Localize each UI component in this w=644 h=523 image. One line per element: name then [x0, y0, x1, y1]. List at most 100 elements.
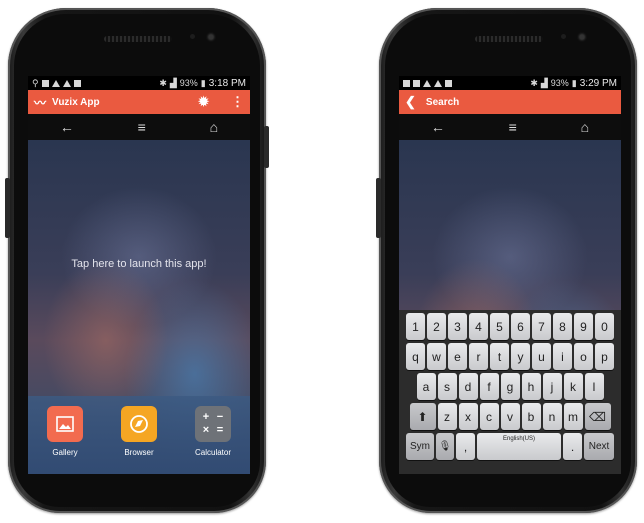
settings-gear-icon[interactable]: ✹ [198, 94, 209, 110]
key[interactable]: 8 [553, 313, 572, 340]
speaker-grille [104, 36, 172, 42]
battery-percent: 93% [179, 78, 198, 88]
home-icon[interactable]: ⌂ [210, 119, 218, 135]
warning-icon [62, 79, 71, 87]
status-time: 3:18 PM [208, 77, 246, 89]
back-arrow-icon[interactable]: ← [431, 119, 445, 135]
key[interactable]: 2 [427, 313, 446, 340]
key[interactable]: d [458, 373, 478, 400]
key[interactable]: t [490, 343, 509, 370]
back-chevron-icon[interactable]: ❮ [405, 94, 416, 110]
bluetooth-icon: ✱ [159, 77, 167, 88]
tap-to-launch-text[interactable]: Tap here to launch this app! [28, 258, 250, 270]
key[interactable]: p [595, 343, 614, 370]
mail-icon [73, 79, 81, 87]
calculator-icon[interactable]: + − × = [195, 406, 231, 442]
key[interactable]: j [542, 373, 562, 400]
proximity-sensor [561, 34, 566, 39]
key[interactable]: f [479, 373, 499, 400]
period-key[interactable]: . [563, 433, 582, 460]
space-key[interactable]: English(US) [477, 433, 561, 460]
warning-icon [423, 79, 431, 87]
key[interactable]: 1 [406, 313, 425, 340]
warning-icon [51, 79, 60, 87]
dock-item-browser[interactable]: Browser [108, 406, 170, 457]
mail-icon [445, 79, 452, 87]
volume-button [376, 178, 381, 238]
browser-icon[interactable] [121, 406, 157, 442]
home-icon[interactable]: ⌂ [581, 119, 589, 135]
menu-lines-icon[interactable]: ≡ [138, 119, 146, 135]
sym-key[interactable]: Sym [406, 433, 434, 460]
search-content-area: 1 2 3 4 5 6 7 8 9 0 q w e r t y u i o p … [399, 140, 621, 474]
key[interactable]: r [469, 343, 488, 370]
back-arrow-icon[interactable]: ← [60, 119, 74, 135]
front-camera [206, 32, 216, 42]
gallery-icon[interactable] [47, 406, 83, 442]
status-time: 3:29 PM [579, 77, 617, 89]
key[interactable]: b [521, 403, 541, 430]
dock-item-calculator[interactable]: + − × = Calculator [182, 406, 244, 457]
page-title: Search [425, 96, 460, 108]
dock-item-gallery[interactable]: Gallery [34, 406, 96, 457]
key[interactable]: h [521, 373, 541, 400]
key[interactable]: q [406, 343, 425, 370]
key[interactable]: 0 [595, 313, 614, 340]
app-bar: 〰 Vuzix App ✹ ⋮ [28, 90, 250, 114]
key[interactable]: 5 [490, 313, 509, 340]
space-key-label: English(US) [502, 436, 535, 442]
key[interactable]: v [500, 403, 520, 430]
key[interactable]: u [532, 343, 551, 370]
app-dock: Gallery Browser + − × = Calculator [28, 396, 250, 474]
keyboard-row-bottom: Sym 🎙 , English(US) . Next [401, 433, 619, 460]
screen-left: ⚲ ✱ ▟ 93% ▮ 3:18 PM 〰 Vuzix App ✹ ⋮ ← ≡ … [28, 76, 250, 474]
key[interactable]: o [574, 343, 593, 370]
key[interactable]: n [542, 403, 562, 430]
keyboard-row-1: q w e r t y u i o p [401, 343, 619, 370]
key[interactable]: s [437, 373, 457, 400]
vuzix-logo-icon: 〰 [34, 95, 47, 110]
battery-icon: ▮ [571, 77, 577, 88]
key[interactable]: a [416, 373, 436, 400]
key[interactable]: m [563, 403, 583, 430]
key[interactable]: c [479, 403, 499, 430]
app-bar: ❮ Search [399, 90, 621, 114]
key[interactable]: w [427, 343, 446, 370]
app-launch-area[interactable]: Tap here to launch this app! Gallery Bro… [28, 140, 250, 474]
key[interactable]: i [553, 343, 572, 370]
phone-left: ⚲ ✱ ▟ 93% ▮ 3:18 PM 〰 Vuzix App ✹ ⋮ ← ≡ … [5, 8, 269, 513]
key[interactable]: 9 [574, 313, 593, 340]
key[interactable]: g [500, 373, 520, 400]
key[interactable]: 7 [532, 313, 551, 340]
screen-right: ✱ ▟ 93% ▮ 3:29 PM ❮ Search ← ≡ ⌂ 1 2 3 4… [399, 76, 621, 474]
key[interactable]: 4 [469, 313, 488, 340]
microphone-icon[interactable]: 🎙 [436, 433, 454, 460]
key[interactable]: 6 [511, 313, 530, 340]
next-key[interactable]: Next [584, 433, 614, 460]
battery-percent: 93% [550, 78, 569, 88]
key[interactable]: 3 [448, 313, 467, 340]
image-icon [403, 79, 410, 87]
key[interactable]: y [511, 343, 530, 370]
shift-key-icon[interactable]: ⬆ [409, 403, 436, 430]
key[interactable]: k [563, 373, 583, 400]
signal-icon: ▟ [169, 77, 177, 88]
key[interactable]: e [448, 343, 467, 370]
key[interactable]: x [458, 403, 478, 430]
key[interactable]: l [584, 373, 604, 400]
overflow-menu-icon[interactable]: ⋮ [231, 94, 244, 110]
comma-key[interactable]: , [456, 433, 475, 460]
nav-bar: ← ≡ ⌂ [28, 114, 250, 140]
menu-lines-icon[interactable]: ≡ [509, 119, 517, 135]
proximity-sensor [190, 34, 195, 39]
dock-label: Browser [124, 448, 154, 457]
notification-icon [413, 79, 420, 87]
status-bar: ⚲ ✱ ▟ 93% ▮ 3:18 PM [28, 76, 250, 90]
key[interactable]: z [437, 403, 457, 430]
keyboard-row-numbers: 1 2 3 4 5 6 7 8 9 0 [401, 313, 619, 340]
volume-button [5, 178, 10, 238]
signal-icon: ▟ [540, 77, 548, 88]
front-camera [577, 32, 587, 42]
backspace-key-icon[interactable]: ⌫ [584, 403, 611, 430]
dock-label: Gallery [52, 448, 78, 457]
